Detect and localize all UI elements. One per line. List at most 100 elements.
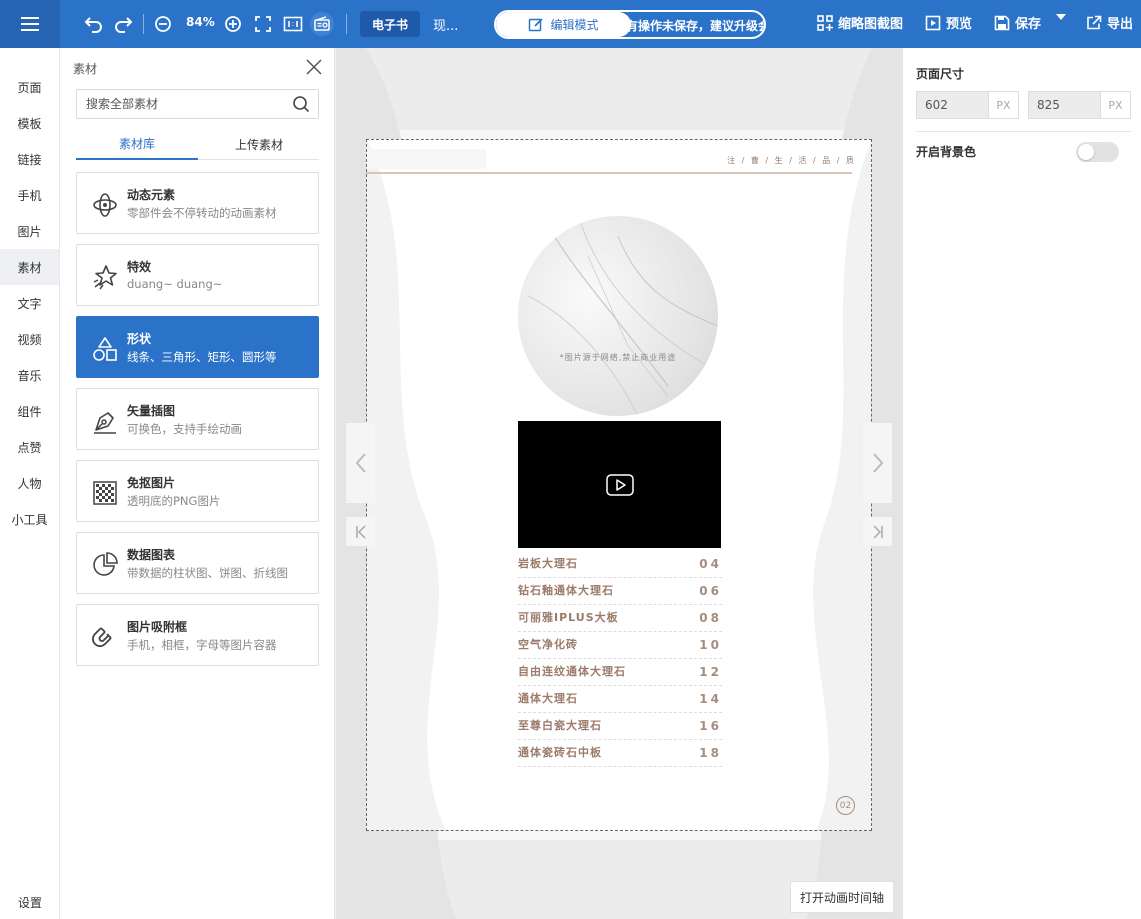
width-value: 602 [925,98,948,112]
material-card-frame[interactable]: 图片吸附框 手机，相框，字母等图片容器 [76,604,319,666]
nav-item-page[interactable]: 页面 [0,69,59,105]
export-button[interactable]: 导出 [1086,13,1133,32]
nav-item-character[interactable]: 人物 [0,465,59,501]
height-unit: PX [1100,92,1130,118]
save-button[interactable]: 保存 [994,13,1041,32]
material-card-shapes[interactable]: 形状 线条、三角形、矩形、圆形等 [76,316,319,378]
actual-size-icon[interactable] [281,12,305,36]
header-line [366,172,852,174]
save-dropdown[interactable] [1056,13,1066,21]
toc-row[interactable]: 至尊白瓷大理石 16 [518,713,722,740]
pen-nib-icon [90,406,120,436]
material-panel: 素材 素材库 上传素材 动态元素 零部件会不停转动的动画素材 特效 duang~… [60,48,335,919]
nav-item-like[interactable]: 点赞 [0,429,59,465]
zoom-out-icon[interactable] [151,12,175,36]
menu-icon[interactable] [0,0,60,48]
chevron-right-icon [872,453,883,473]
save-label: 保存 [1015,17,1042,32]
preview-icon [925,15,941,30]
card-title: 图片吸附框 [127,620,188,634]
zoom-in-icon[interactable] [221,12,245,36]
nav-item-material[interactable]: 素材 [0,249,59,285]
next-page-button[interactable] [863,423,892,503]
nav-item-image[interactable]: 图片 [0,213,59,249]
toc-row[interactable]: 自由连纹通体大理石 12 [518,659,722,686]
toc-page: 04 [699,557,722,571]
search-icon[interactable] [292,95,310,113]
background-color-toggle[interactable] [1076,142,1119,162]
nav-item-component[interactable]: 组件 [0,393,59,429]
search-input[interactable] [77,90,277,118]
card-title: 免抠图片 [127,476,176,490]
height-value: 825 [1037,98,1060,112]
toc-name: 空气净化砖 [518,638,578,651]
close-icon[interactable] [305,58,323,76]
video-block[interactable] [518,421,721,548]
first-page-button[interactable] [346,517,375,546]
toc-page: 10 [699,638,722,652]
material-card-vector[interactable]: 矢量插图 可换色，支持手绘动画 [76,388,319,450]
effect-star-icon [90,262,120,292]
material-card-chart[interactable]: 数据图表 带数据的柱状图、饼图、折线图 [76,532,319,594]
toggle-knob [1078,144,1094,160]
nav-item-settings[interactable]: 设置 [0,885,60,919]
material-card-effect[interactable]: 特效 duang~ duang~ [76,244,319,306]
card-desc: 可换色，支持手绘动画 [127,422,242,436]
toc-row[interactable]: 通体瓷砖石中板 18 [518,740,722,767]
magnet-icon [90,622,120,652]
nav-item-text[interactable]: 文字 [0,285,59,321]
radio-icon[interactable] [310,12,334,36]
tab-upload-material[interactable]: 上传素材 [198,128,320,160]
dynamic-element-icon [90,190,120,220]
thumbnail-button[interactable]: 缩略图截图 [817,13,903,32]
height-field[interactable]: 825 PX [1028,91,1131,119]
toolbar-divider [143,14,144,34]
fullscreen-icon[interactable] [251,12,275,36]
redo-icon[interactable] [111,12,135,36]
photo-note: *图片源于网络,禁止商业用途 [559,353,677,362]
animation-timeline-button[interactable]: 打开动画时间轴 [790,881,894,913]
panel-title: 素材 [73,62,98,76]
toc-row[interactable]: 通体大理石 14 [518,686,722,713]
card-title: 矢量插图 [127,404,176,418]
toc-name: 通体瓷砖石中板 [518,746,602,759]
last-page-button[interactable] [863,517,892,546]
nav-item-phone[interactable]: 手机 [0,177,59,213]
preview-label: 预览 [946,17,973,32]
toc-row[interactable]: 可丽雅IPLUS大板 08 [518,605,722,632]
nav-item-music[interactable]: 音乐 [0,357,59,393]
page-canvas[interactable]: 注 / 曹 / 生 / 活 / 品 / 质 *图片源于网络,禁止商业用途 岩板大… [366,139,872,831]
page-number: 02 [836,796,855,815]
nav-item-tools[interactable]: 小工具 [0,501,59,537]
material-card-png[interactable]: 免抠图片 透明底的PNG图片 [76,460,319,522]
undo-icon[interactable] [82,12,106,36]
toolbar-divider [346,14,347,34]
marble-texture [527,216,718,416]
chevron-left-icon [355,453,366,473]
marble-image[interactable]: *图片源于网络,禁止商业用途 [518,216,718,416]
edit-mode-button[interactable]: 编辑模式 [496,12,631,37]
toc-row[interactable]: 岩板大理石 04 [518,551,722,578]
canvas-area: 注 / 曹 / 生 / 活 / 品 / 质 *图片源于网络,禁止商业用途 岩板大… [336,48,902,919]
tab-material-library[interactable]: 素材库 [76,128,198,160]
toc-row[interactable]: 钻石釉通体大理石 06 [518,578,722,605]
card-desc: 手机，相框，字母等图片容器 [127,638,277,652]
width-field[interactable]: 602 PX [916,91,1019,119]
toc-name: 至尊白瓷大理石 [518,719,602,732]
page-header-text: 注 / 曹 / 生 / 活 / 品 / 质 [727,156,856,165]
prev-page-button[interactable] [346,423,375,503]
play-icon[interactable] [605,473,634,496]
mode-switch[interactable]: 有操作未保存，建议升级会员! 编辑模式 [494,10,766,39]
nav-item-video[interactable]: 视频 [0,321,59,357]
unsaved-notice: 有操作未保存，建议升级会员! [626,19,764,33]
ebook-button[interactable]: 电子书 [360,11,420,37]
document-title[interactable]: 现... [433,15,458,34]
card-desc: 零部件会不停转动的动画素材 [127,206,277,220]
nav-item-link[interactable]: 链接 [0,141,59,177]
toc-row[interactable]: 空气净化砖 10 [518,632,722,659]
nav-item-template[interactable]: 模板 [0,105,59,141]
thumbnail-label: 缩略图截图 [838,17,904,32]
material-card-dynamic[interactable]: 动态元素 零部件会不停转动的动画素材 [76,172,319,234]
preview-button[interactable]: 预览 [925,13,972,32]
edit-mode-label: 编辑模式 [550,18,599,32]
